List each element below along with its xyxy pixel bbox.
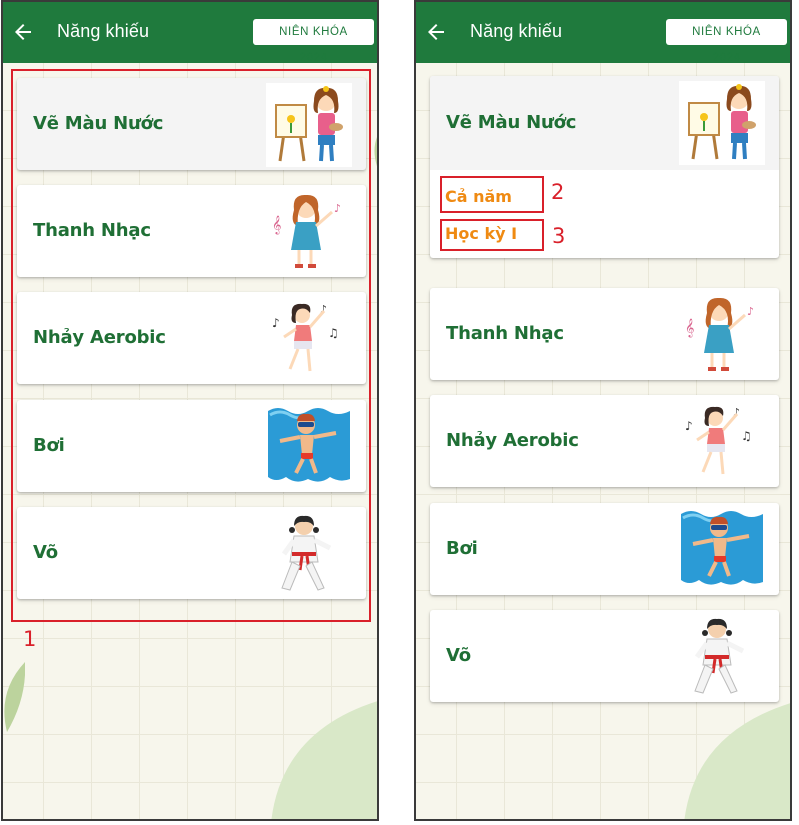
talent-item-aerobic[interactable]: Nhảy Aerobic [430, 395, 779, 487]
page-title: Năng khiếu [57, 21, 150, 41]
martial-arts-girl-icon [679, 615, 765, 699]
highlight-box-option [440, 176, 544, 213]
phone-screen-right: Năng khiếu NIÊN KHÓA 2024 Vẽ Màu Nước Cả… [414, 0, 792, 821]
annotation-number: 2 [551, 180, 565, 204]
highlight-box-list [11, 69, 371, 622]
app-bar: Năng khiếu NIÊN KHÓA 2024 [416, 2, 790, 64]
talent-item-label: Nhảy Aerobic [446, 430, 579, 451]
leaf-decoration [271, 701, 377, 819]
page-title: Năng khiếu [470, 21, 563, 41]
leaf-decoration [684, 703, 790, 819]
talent-item-swimming[interactable]: Bơi [430, 503, 779, 595]
talent-item-singing[interactable]: Thanh Nhạc [430, 288, 779, 380]
talent-item-label: Thanh Nhạc [446, 323, 564, 344]
painting-girl-icon [679, 81, 765, 165]
highlight-box-option [440, 219, 544, 251]
talent-item-label: Bơi [446, 538, 478, 559]
app-bar: Năng khiếu NIÊN KHÓA 2024 [3, 2, 377, 64]
back-arrow-icon[interactable] [11, 20, 35, 44]
phone-screen-left: Năng khiếu NIÊN KHÓA 2024 Vẽ Màu Nước Th… [1, 0, 379, 821]
dancing-girl-icon [679, 400, 765, 484]
school-year-button[interactable]: NIÊN KHÓA 2024 [666, 19, 787, 64]
talent-item-header[interactable]: Vẽ Màu Nước [430, 76, 779, 170]
annotation-number: 1 [23, 627, 37, 651]
swimming-boy-icon [679, 508, 765, 592]
back-arrow-icon[interactable] [424, 20, 448, 44]
annotation-number: 3 [552, 224, 566, 248]
talent-item-label: Võ [446, 645, 471, 666]
school-year-button[interactable]: NIÊN KHÓA 2024 [253, 19, 374, 64]
talent-item-label: Vẽ Màu Nước [446, 112, 577, 133]
singing-girl-icon [679, 293, 765, 377]
talent-item-martial-arts[interactable]: Võ [430, 610, 779, 702]
leaf-decoration [4, 662, 25, 732]
